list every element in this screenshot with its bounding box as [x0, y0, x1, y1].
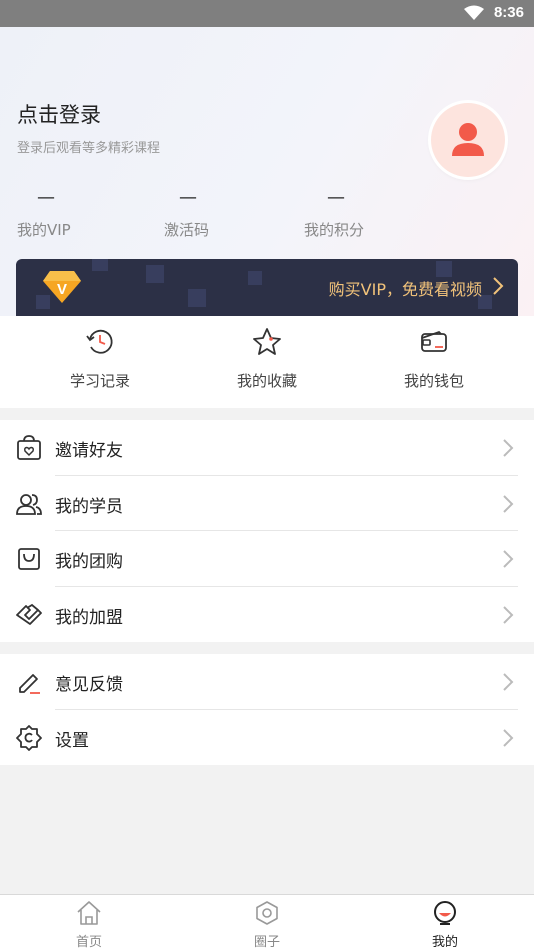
- edit-icon: [16, 669, 42, 695]
- stat-points[interactable]: — 我的积分: [304, 187, 364, 240]
- star-icon: [207, 326, 327, 358]
- menu-feedback[interactable]: 意见反馈: [0, 654, 534, 710]
- user-icon: [452, 123, 484, 156]
- profile-header: 点击登录 登录后观看等多精彩课程 — 我的VIP — 激活码 — 我的积分 V: [0, 27, 534, 316]
- chevron-right-icon: [502, 549, 514, 573]
- chevron-right-icon: [502, 438, 514, 462]
- login-title[interactable]: 点击登录: [17, 99, 101, 129]
- vip-banner-text: 购买VIP，免费看视频: [328, 280, 482, 299]
- wallet-icon: [374, 326, 494, 358]
- chevron-right-icon: [502, 494, 514, 518]
- gift-bag-icon: [16, 435, 42, 461]
- svg-text:V: V: [57, 281, 67, 298]
- home-icon: [49, 899, 129, 927]
- profile-icon: [405, 899, 485, 927]
- wifi-icon: [464, 5, 484, 25]
- tab-circle[interactable]: 圈子: [227, 899, 307, 949]
- chevron-right-icon: [502, 672, 514, 696]
- avatar[interactable]: [431, 103, 505, 177]
- status-time: 8:36: [493, 4, 524, 21]
- vip-diamond-icon: V: [42, 269, 82, 309]
- shopping-bag-icon: [16, 546, 42, 572]
- tab-home[interactable]: 首页: [49, 899, 129, 949]
- stat-vip[interactable]: — 我的VIP: [17, 187, 71, 240]
- menu-settings[interactable]: 设置: [0, 710, 534, 766]
- menu-my-franchise[interactable]: 我的加盟: [0, 587, 534, 643]
- handshake-icon: [16, 602, 42, 628]
- history-icon: [40, 326, 160, 358]
- menu-group-2: 意见反馈 设置: [0, 654, 534, 765]
- chevron-right-icon: [492, 276, 504, 300]
- menu-invite-friends[interactable]: 邀请好友: [0, 420, 534, 476]
- quick-actions: 学习记录 我的收藏 我的钱包: [0, 316, 534, 408]
- settings-icon: [16, 724, 42, 751]
- bottom-tab-bar: 首页 圈子 我的: [0, 894, 534, 949]
- tab-mine[interactable]: 我的: [405, 899, 485, 949]
- quick-wallet[interactable]: 我的钱包: [374, 326, 494, 391]
- status-bar: 8:36: [0, 0, 534, 27]
- menu-group-1: 邀请好友 我的学员 我的团购 我的加盟: [0, 420, 534, 642]
- login-subtitle: 登录后观看等多精彩课程: [17, 141, 161, 156]
- chevron-right-icon: [502, 605, 514, 629]
- hexagon-icon: [227, 899, 307, 927]
- menu-my-students[interactable]: 我的学员: [0, 476, 534, 531]
- users-icon: [16, 491, 42, 517]
- chevron-right-icon: [502, 728, 514, 752]
- menu-group-buy[interactable]: 我的团购: [0, 531, 534, 587]
- quick-study-history[interactable]: 学习记录: [40, 326, 160, 391]
- vip-banner[interactable]: V 购买VIP，免费看视频: [16, 259, 518, 316]
- quick-favorites[interactable]: 我的收藏: [207, 326, 327, 391]
- stat-activation-code[interactable]: — 激活码: [164, 187, 209, 240]
